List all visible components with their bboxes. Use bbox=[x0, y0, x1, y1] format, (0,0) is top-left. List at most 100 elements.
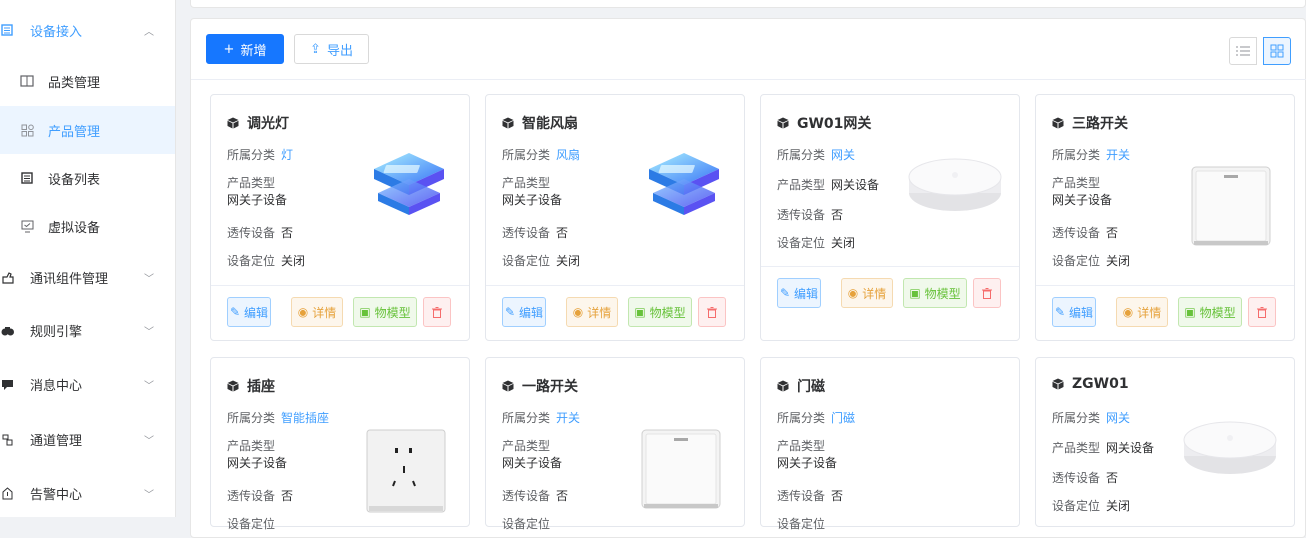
category-value[interactable]: 灯 bbox=[281, 148, 293, 162]
product-card[interactable]: 插座 所属分类 智能插座 产品类型 网关子设备 透传设备否设备定位 bbox=[210, 357, 470, 531]
type-row: 产品类型 网关子设备 bbox=[227, 438, 287, 472]
sidebar-item-device-list[interactable]: 设备列表 bbox=[0, 154, 175, 202]
chevron-up-icon: ︿ bbox=[144, 26, 154, 38]
category-value[interactable]: 开关 bbox=[556, 411, 580, 425]
product-card[interactable]: 一路开关 所属分类 开关 产品类型 网关子设备 透传设备否设备定位 bbox=[485, 357, 745, 531]
category-value[interactable]: 风扇 bbox=[556, 148, 580, 162]
edit-button[interactable]: ✎ 编辑 bbox=[502, 297, 546, 327]
location-row: 设备定位 bbox=[227, 515, 281, 532]
category-value[interactable]: 开关 bbox=[1106, 148, 1130, 162]
edit-button[interactable]: ✎ 编辑 bbox=[1052, 297, 1096, 327]
sidebar-item-product[interactable]: 产品管理 bbox=[0, 106, 175, 154]
category-value[interactable]: 网关 bbox=[831, 148, 855, 162]
product-image bbox=[907, 155, 1003, 215]
product-card[interactable]: ZGW01 所属分类 网关 产品类型 网关设备 透传设备否设备定位 关闭 bbox=[1035, 357, 1295, 527]
product-name: 门磁 bbox=[797, 379, 825, 395]
sidebar-item-label: 设备接入 bbox=[30, 24, 83, 40]
delete-button[interactable] bbox=[698, 297, 726, 327]
monitor-icon bbox=[20, 219, 34, 233]
detail-button[interactable]: ◉ 详情 bbox=[291, 297, 343, 327]
edit-button[interactable]: ✎ 编辑 bbox=[227, 297, 271, 327]
chevron-down-icon: ﹀ bbox=[144, 326, 154, 338]
category-value[interactable]: 智能插座 bbox=[281, 411, 329, 425]
sidebar-item-alarm[interactable]: 告警中心 ﹀ bbox=[0, 469, 175, 517]
product-name: GW01网关 bbox=[797, 116, 872, 132]
product-card[interactable]: 三路开关 所属分类 开关 产品类型 网关子设备 透传设备否设备定位 关闭 ✎ 编辑 ◉ 详情 ▣ 物模型 bbox=[1035, 94, 1295, 341]
product-card[interactable]: 智能风扇 所属分类 风扇 产品类型 网关子设备 透传设备否设备定位 关闭 ✎ 编辑 ◉ 详情 ▣ 物模型 bbox=[485, 94, 745, 341]
sidebar-item-label: 告警中心 bbox=[30, 487, 83, 503]
cube-icon bbox=[227, 117, 239, 129]
category-row: 所属分类 开关 bbox=[1052, 146, 1130, 163]
category-row: 所属分类灯 bbox=[227, 146, 293, 163]
card-view-toggle[interactable] bbox=[1263, 37, 1291, 65]
add-button[interactable]: + 新增 bbox=[206, 34, 284, 64]
product-card-title[interactable]: 插座 bbox=[227, 376, 275, 396]
sidebar-item-virtual-device[interactable]: 虚拟设备 bbox=[0, 202, 175, 250]
location-label: 设备定位 bbox=[1052, 254, 1101, 268]
product-card-title[interactable]: 智能风扇 bbox=[502, 113, 578, 133]
delete-button[interactable] bbox=[973, 278, 1001, 308]
category-value[interactable]: 网关 bbox=[1106, 411, 1130, 425]
sidebar-item-comm-component[interactable]: 通讯组件管理 ﹀ bbox=[0, 253, 175, 301]
product-card[interactable]: GW01网关 所属分类 网关 产品类型 网关设备 透传设备否设备定位 关闭 ✎ 编辑 ◉ 详情 ▣ 物模… bbox=[760, 94, 1020, 341]
model-icon: ▣ bbox=[1184, 305, 1196, 319]
location-value: 关闭 bbox=[1106, 499, 1131, 513]
thing-model-button[interactable]: ▣ 物模型 bbox=[1178, 297, 1242, 327]
category-label: 所属分类 bbox=[1052, 148, 1101, 162]
type-value: 网关子设备 bbox=[502, 193, 563, 207]
type-label: 产品类型 bbox=[227, 176, 276, 190]
product-name: 一路开关 bbox=[522, 379, 578, 395]
location-value: 关闭 bbox=[556, 254, 581, 268]
edit-button[interactable]: ✎ 编辑 bbox=[777, 278, 821, 308]
passthrough-label: 透传设备 bbox=[777, 489, 826, 503]
product-card-title[interactable]: GW01网关 bbox=[777, 113, 871, 133]
product-card-title[interactable]: ZGW01 bbox=[1052, 376, 1129, 392]
passthrough-label: 透传设备 bbox=[1052, 471, 1101, 485]
product-image bbox=[1182, 418, 1278, 478]
list-icon bbox=[20, 171, 34, 185]
sidebar-item-device-access[interactable]: 设备接入 ︿ bbox=[0, 6, 175, 54]
trash-icon bbox=[707, 306, 717, 318]
product-card-title[interactable]: 三路开关 bbox=[1052, 113, 1128, 133]
location-row: 设备定位 关闭 bbox=[777, 234, 855, 251]
product-name: ZGW01 bbox=[1072, 376, 1129, 392]
sidebar-item-message-center[interactable]: 消息中心 ﹀ bbox=[0, 360, 175, 408]
detail-button[interactable]: ◉ 详情 bbox=[566, 297, 618, 327]
detail-button[interactable]: ◉ 详情 bbox=[841, 278, 893, 308]
sidebar-item-channel[interactable]: 通道管理 ﹀ bbox=[0, 415, 175, 463]
cube-icon bbox=[1052, 117, 1064, 129]
product-card-title[interactable]: 一路开关 bbox=[502, 376, 578, 396]
product-card[interactable]: 门磁 所属分类 门磁 产品类型 网关子设备 透传设备否设备定位 bbox=[760, 357, 1020, 531]
passthrough-label: 透传设备 bbox=[502, 226, 551, 240]
delete-button[interactable] bbox=[423, 297, 451, 327]
sidebar-item-label: 通讯组件管理 bbox=[30, 271, 109, 287]
sidebar-item-rule-engine[interactable]: 规则引擎 ﹀ bbox=[0, 306, 175, 354]
thing-model-button[interactable]: ▣ 物模型 bbox=[628, 297, 692, 327]
sidebar-item-label: 通道管理 bbox=[30, 433, 83, 449]
thing-model-button[interactable]: ▣ 物模型 bbox=[353, 297, 417, 327]
passthrough-value: 否 bbox=[1106, 226, 1119, 240]
location-value: 关闭 bbox=[831, 236, 856, 250]
category-row: 所属分类 网关 bbox=[777, 146, 855, 163]
card-divider bbox=[1036, 285, 1294, 286]
type-row: 产品类型 网关设备 bbox=[1052, 439, 1154, 456]
edit-icon: ✎ bbox=[1054, 305, 1066, 319]
product-card-title[interactable]: 门磁 bbox=[777, 376, 825, 396]
category-value[interactable]: 门磁 bbox=[831, 411, 855, 425]
type-row: 产品类型 网关子设备 bbox=[227, 175, 287, 209]
product-card[interactable]: 调光灯 所属分类灯产品类型 网关子设备 透传设备否设备定位 关闭 ✎ 编辑 ◉ 详情 ▣ 物模型 bbox=[210, 94, 470, 341]
list-view-toggle[interactable] bbox=[1229, 37, 1257, 65]
location-value: 关闭 bbox=[1106, 254, 1131, 268]
model-label: 物模型 bbox=[924, 286, 961, 301]
detail-button[interactable]: ◉ 详情 bbox=[1116, 297, 1168, 327]
chevron-down-icon: ﹀ bbox=[144, 489, 154, 501]
product-image bbox=[1190, 165, 1272, 247]
export-button[interactable]: ⇪ 导出 bbox=[294, 34, 369, 64]
product-card-title[interactable]: 调光灯 bbox=[227, 113, 289, 133]
location-label: 设备定位 bbox=[227, 254, 276, 268]
thing-model-button[interactable]: ▣ 物模型 bbox=[903, 278, 967, 308]
delete-button[interactable] bbox=[1248, 297, 1276, 327]
sidebar-item-category[interactable]: 品类管理 bbox=[0, 57, 175, 105]
trash-icon bbox=[432, 306, 442, 318]
chevron-down-icon: ﹀ bbox=[144, 435, 154, 447]
